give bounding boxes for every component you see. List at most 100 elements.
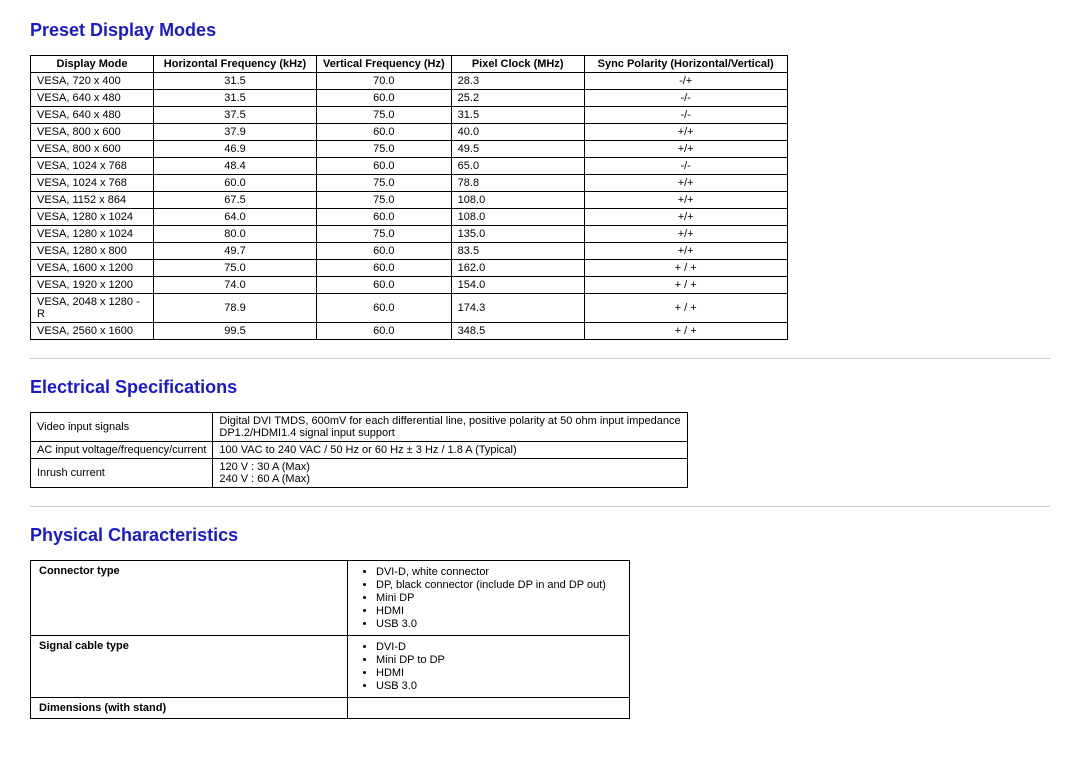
table-row: Inrush current120 V : 30 A (Max) 240 V :… [31, 459, 688, 488]
table-cell: 74.0 [154, 277, 317, 294]
spec-value: 100 VAC to 240 VAC / 50 Hz or 60 Hz ± 3 … [213, 442, 687, 459]
list-item: HDMI [376, 667, 621, 679]
table-cell: 49.5 [451, 141, 584, 158]
table-cell: VESA, 640 x 480 [31, 90, 154, 107]
table-cell: VESA, 800 x 600 [31, 124, 154, 141]
table-row: Dimensions (with stand) [31, 698, 630, 719]
table-row: VESA, 1280 x 102464.060.0108.0+/+ [31, 209, 788, 226]
col-pixel-clock: Pixel Clock (MHz) [451, 56, 584, 73]
table-cell: -/+ [584, 73, 787, 90]
table-cell: -/- [584, 158, 787, 175]
table-cell: -/- [584, 107, 787, 124]
list-item: USB 3.0 [376, 680, 621, 692]
list-item: DVI-D, white connector [376, 566, 621, 578]
table-cell: VESA, 2048 x 1280 - R [31, 294, 154, 323]
table-cell: 135.0 [451, 226, 584, 243]
table-cell: 75.0 [317, 175, 452, 192]
table-row: VESA, 640 x 48031.560.025.2-/- [31, 90, 788, 107]
table-cell: 31.5 [154, 90, 317, 107]
table-cell: -/- [584, 90, 787, 107]
heading-preset-display-modes: Preset Display Modes [30, 20, 1050, 41]
table-row: VESA, 1600 x 120075.060.0162.0+ / + [31, 260, 788, 277]
section-divider [30, 506, 1050, 507]
list-item: Mini DP [376, 592, 621, 604]
section-divider [30, 358, 1050, 359]
table-physical-characteristics: Connector typeDVI-D, white connectorDP, … [30, 560, 630, 719]
table-cell: 78.9 [154, 294, 317, 323]
spec-label: Video input signals [31, 413, 213, 442]
table-cell: 40.0 [451, 124, 584, 141]
heading-electrical-specifications: Electrical Specifications [30, 377, 1050, 398]
table-cell: +/+ [584, 175, 787, 192]
spec-value: DVI-DMini DP to DPHDMIUSB 3.0 [348, 636, 630, 698]
table-cell: 75.0 [317, 226, 452, 243]
table-row: VESA, 720 x 40031.570.028.3-/+ [31, 73, 788, 90]
table-cell: 174.3 [451, 294, 584, 323]
table-cell: +/+ [584, 141, 787, 158]
table-cell: VESA, 800 x 600 [31, 141, 154, 158]
table-cell: 49.7 [154, 243, 317, 260]
list-item: DP, black connector (include DP in and D… [376, 579, 621, 591]
table-row: VESA, 640 x 48037.575.031.5-/- [31, 107, 788, 124]
spec-item-list: DVI-DMini DP to DPHDMIUSB 3.0 [356, 641, 621, 692]
table-cell: 60.0 [317, 243, 452, 260]
table-cell: VESA, 1152 x 864 [31, 192, 154, 209]
table-cell: VESA, 1280 x 1024 [31, 226, 154, 243]
table-cell: +/+ [584, 192, 787, 209]
table-row: AC input voltage/frequency/current100 VA… [31, 442, 688, 459]
table-row: Video input signalsDigital DVI TMDS, 600… [31, 413, 688, 442]
table-cell: 60.0 [317, 323, 452, 340]
table-cell: VESA, 1920 x 1200 [31, 277, 154, 294]
table-cell: 60.0 [154, 175, 317, 192]
spec-label: Connector type [31, 561, 348, 636]
list-item: DVI-D [376, 641, 621, 653]
table-cell: 65.0 [451, 158, 584, 175]
table-cell: 60.0 [317, 294, 452, 323]
col-display-mode: Display Mode [31, 56, 154, 73]
table-cell: + / + [584, 294, 787, 323]
table-row: Signal cable typeDVI-DMini DP to DPHDMIU… [31, 636, 630, 698]
table-cell: 75.0 [317, 141, 452, 158]
list-item: Mini DP to DP [376, 654, 621, 666]
table-electrical-specifications: Video input signalsDigital DVI TMDS, 600… [30, 412, 688, 488]
spec-value: DVI-D, white connectorDP, black connecto… [348, 561, 630, 636]
table-preset-display-modes: Display Mode Horizontal Frequency (kHz) … [30, 55, 788, 340]
table-cell: VESA, 1024 x 768 [31, 158, 154, 175]
table-row: VESA, 800 x 60046.975.049.5+/+ [31, 141, 788, 158]
table-cell: +/+ [584, 226, 787, 243]
table-cell: 60.0 [317, 158, 452, 175]
table-cell: VESA, 1280 x 1024 [31, 209, 154, 226]
table-cell: 48.4 [154, 158, 317, 175]
table-cell: 154.0 [451, 277, 584, 294]
table-cell: 28.3 [451, 73, 584, 90]
table-cell: 25.2 [451, 90, 584, 107]
col-vertical-frequency: Vertical Frequency (Hz) [317, 56, 452, 73]
table-cell: 60.0 [317, 209, 452, 226]
table-cell: VESA, 2560 x 1600 [31, 323, 154, 340]
col-horizontal-frequency: Horizontal Frequency (kHz) [154, 56, 317, 73]
table-cell: 60.0 [317, 90, 452, 107]
table-cell: 46.9 [154, 141, 317, 158]
spec-value [348, 698, 630, 719]
table-row: VESA, 1152 x 86467.575.0108.0+/+ [31, 192, 788, 209]
table-cell: +/+ [584, 209, 787, 226]
table-cell: 75.0 [317, 192, 452, 209]
spec-label: Signal cable type [31, 636, 348, 698]
table-row: VESA, 1920 x 120074.060.0154.0+ / + [31, 277, 788, 294]
col-sync-polarity: Sync Polarity (Horizontal/Vertical) [584, 56, 787, 73]
table-row: Connector typeDVI-D, white connectorDP, … [31, 561, 630, 636]
table-cell: 31.5 [451, 107, 584, 124]
table-row: VESA, 800 x 60037.960.040.0+/+ [31, 124, 788, 141]
table-cell: 70.0 [317, 73, 452, 90]
table-cell: +/+ [584, 124, 787, 141]
table-cell: 67.5 [154, 192, 317, 209]
spec-value: Digital DVI TMDS, 600mV for each differe… [213, 413, 687, 442]
table-header-row: Display Mode Horizontal Frequency (kHz) … [31, 56, 788, 73]
table-cell: + / + [584, 277, 787, 294]
table-row: VESA, 1280 x 102480.075.0135.0+/+ [31, 226, 788, 243]
table-cell: 83.5 [451, 243, 584, 260]
table-cell: +/+ [584, 243, 787, 260]
table-row: VESA, 1280 x 80049.760.083.5+/+ [31, 243, 788, 260]
table-row: VESA, 1024 x 76848.460.065.0-/- [31, 158, 788, 175]
table-cell: 31.5 [154, 73, 317, 90]
